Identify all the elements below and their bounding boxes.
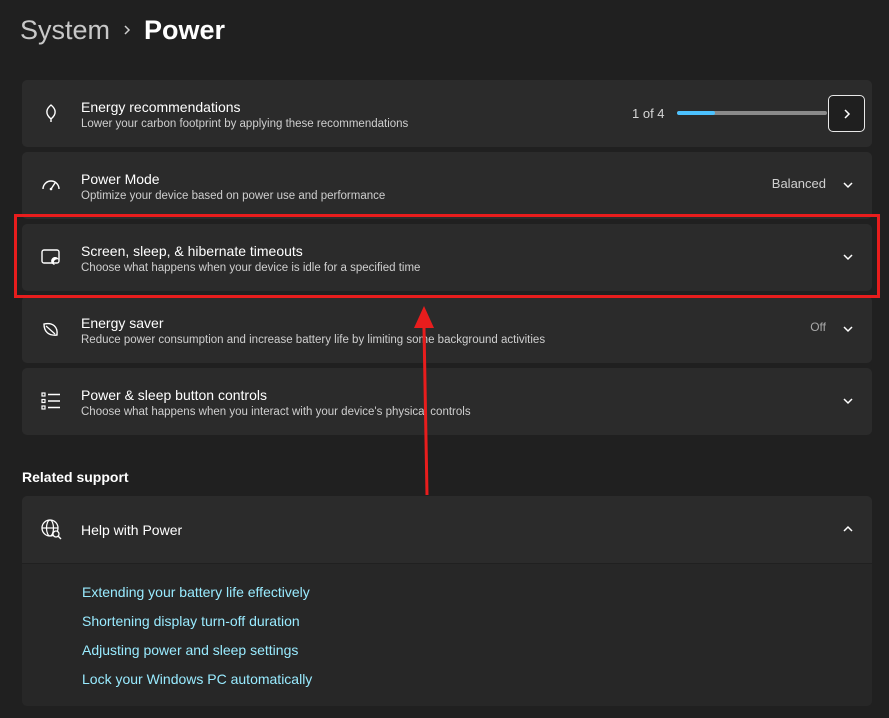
power-mode-card[interactable]: Power Mode Optimize your device based on… xyxy=(22,152,872,219)
card-description: Choose what happens when your device is … xyxy=(81,262,421,274)
energy-saver-card[interactable]: Energy saver Reduce power consumption an… xyxy=(22,296,872,363)
power-sleep-button-controls-card[interactable]: Power & sleep button controls Choose wha… xyxy=(22,368,872,435)
settings-page: System Power Energy recommendations Lowe… xyxy=(0,0,889,718)
card-description: Lower your carbon footprint by applying … xyxy=(81,118,409,130)
card-title: Power & sleep button controls xyxy=(81,387,267,403)
power-mode-dropdown-value[interactable]: Balanced xyxy=(772,176,826,191)
card-description: Optimize your device based on power use … xyxy=(81,190,386,202)
help-link-lock-pc[interactable]: Lock your Windows PC automatically xyxy=(82,671,312,687)
next-recommendation-button[interactable] xyxy=(828,95,865,132)
help-title: Help with Power xyxy=(81,522,183,538)
chevron-down-icon[interactable] xyxy=(840,249,856,265)
chevron-down-icon[interactable] xyxy=(840,321,856,337)
breadcrumb-system-link[interactable]: System xyxy=(20,15,110,46)
screen-sleep-hibernate-card[interactable]: Screen, sleep, & hibernate timeouts Choo… xyxy=(22,224,872,291)
card-title: Energy recommendations xyxy=(81,99,241,115)
card-description: Choose what happens when you interact wi… xyxy=(81,406,471,418)
screen-sleep-icon xyxy=(40,246,62,268)
help-link-display-turn-off[interactable]: Shortening display turn-off duration xyxy=(82,613,300,629)
breadcrumb: System Power xyxy=(20,12,225,48)
help-link-power-sleep-settings[interactable]: Adjusting power and sleep settings xyxy=(82,642,298,658)
chevron-right-icon xyxy=(110,24,144,36)
chevron-up-icon[interactable] xyxy=(840,521,856,537)
card-title: Energy saver xyxy=(81,315,164,331)
chevron-right-icon xyxy=(843,108,850,119)
card-title: Screen, sleep, & hibernate timeouts xyxy=(81,243,303,259)
gauge-icon xyxy=(40,174,62,196)
leaf-icon xyxy=(40,102,62,124)
recommendation-progress-bar xyxy=(677,111,827,115)
card-description: Reduce power consumption and increase ba… xyxy=(81,334,546,346)
energy-saver-status: Off xyxy=(810,320,826,334)
progress-fill xyxy=(677,111,715,115)
chevron-down-icon[interactable] xyxy=(840,393,856,409)
energy-recommendations-card[interactable]: Energy recommendations Lower your carbon… xyxy=(22,80,872,147)
page-title: Power xyxy=(144,14,226,45)
card-title: Power Mode xyxy=(81,171,160,187)
energy-saver-leaf-icon xyxy=(40,318,62,340)
globe-search-icon xyxy=(40,518,62,540)
help-link-battery-life[interactable]: Extending your battery life effectively xyxy=(82,584,310,600)
list-icon xyxy=(40,390,62,412)
chevron-down-icon[interactable] xyxy=(840,177,856,193)
help-links-panel: Extending your battery life effectively … xyxy=(22,564,872,706)
recommendation-count: 1 of 4 xyxy=(632,106,665,121)
related-support-heading: Related support xyxy=(22,469,129,485)
help-with-power-expander[interactable]: Help with Power xyxy=(22,496,872,563)
